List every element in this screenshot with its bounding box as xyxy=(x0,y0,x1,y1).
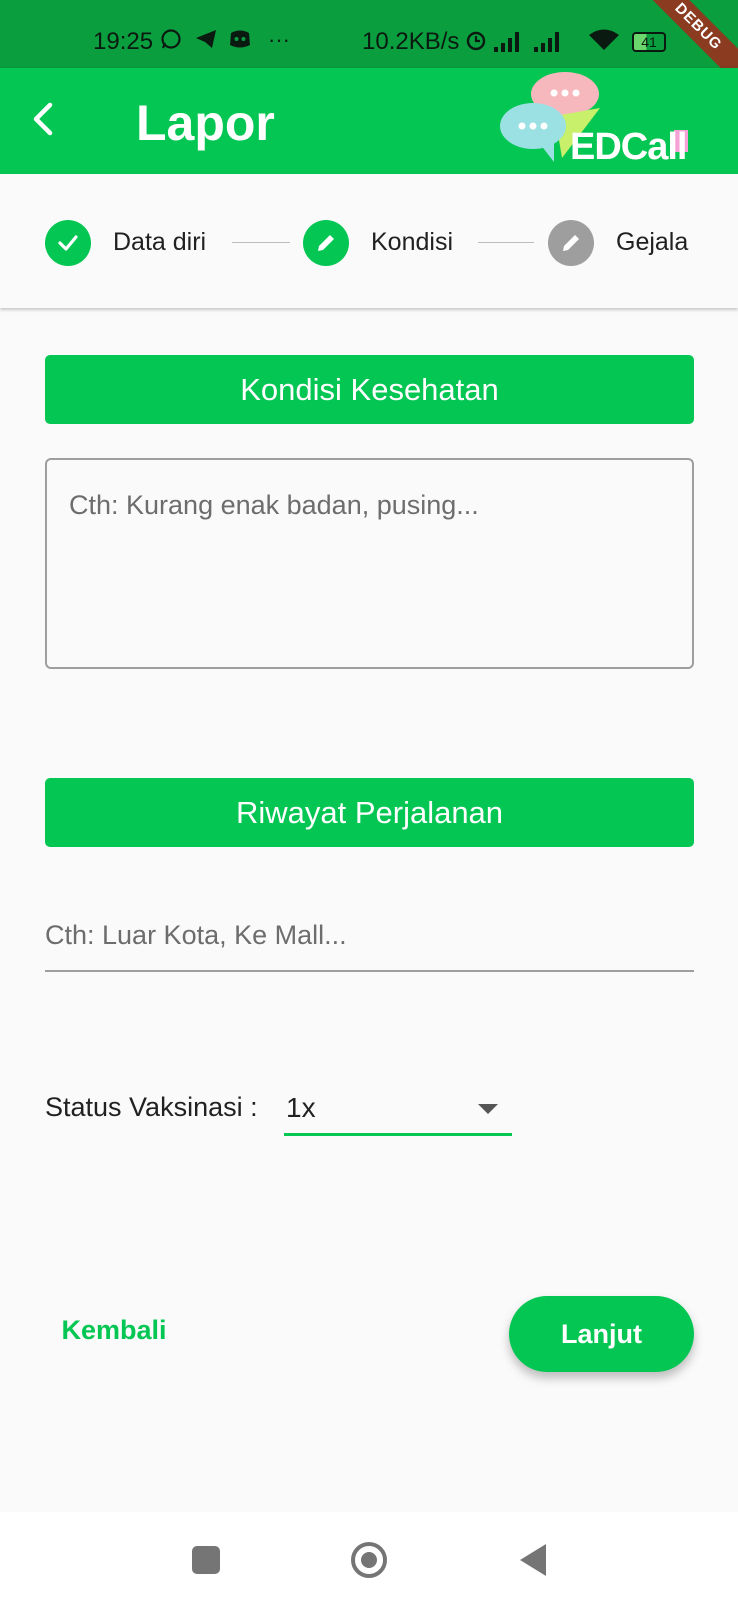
back-arrow-button[interactable] xyxy=(22,96,68,142)
battery-icon: 41 xyxy=(632,32,666,52)
check-icon xyxy=(58,235,78,251)
next-button[interactable]: Lanjut xyxy=(509,1296,694,1372)
pencil-icon xyxy=(318,235,334,251)
health-condition-input[interactable] xyxy=(45,458,694,669)
recents-icon[interactable] xyxy=(192,1546,220,1574)
vaccination-status-value: 1x xyxy=(286,1092,316,1123)
chevron-left-icon xyxy=(33,102,53,136)
signal-icon-2 xyxy=(534,32,564,52)
step-label-gejala: Gejala xyxy=(616,228,689,256)
telegram-icon xyxy=(194,28,218,55)
status-time: 19:25 xyxy=(93,28,154,55)
stepper: Data diri Kondisi Gejala xyxy=(0,174,738,308)
step-gejala[interactable] xyxy=(548,220,594,266)
step-data-diri[interactable] xyxy=(45,220,91,266)
health-condition-header: Kondisi Kesehatan xyxy=(45,355,694,424)
whatsapp-icon xyxy=(160,28,182,55)
network-speed: 10.2KB/s xyxy=(362,28,460,55)
app-bar: Lapor EDCall xyxy=(0,68,738,174)
discord-icon xyxy=(228,28,252,55)
status-bar: 19:25 ··· 10.2KB/s 41 DEBUG xyxy=(0,0,738,68)
page-title: Lapor xyxy=(136,95,275,151)
home-icon[interactable] xyxy=(351,1542,387,1578)
step-kondisi[interactable] xyxy=(303,220,349,266)
vaccination-status-dropdown[interactable]: 1x xyxy=(284,1080,512,1136)
vaccination-status-label: Status Vaksinasi : xyxy=(45,1092,258,1122)
step-label-kondisi: Kondisi xyxy=(371,228,453,256)
system-nav-bar xyxy=(0,1512,738,1600)
step-connector xyxy=(478,242,534,243)
travel-history-header: Riwayat Perjalanan xyxy=(45,778,694,847)
pencil-icon xyxy=(563,235,579,251)
alarm-icon xyxy=(464,28,488,57)
step-connector xyxy=(232,242,290,243)
signal-icon xyxy=(494,32,524,52)
travel-history-input[interactable] xyxy=(45,900,694,972)
back-icon[interactable] xyxy=(520,1544,546,1576)
step-label-data-diri: Data diri xyxy=(113,228,207,256)
more-notifications-icon: ··· xyxy=(268,27,290,52)
back-button[interactable]: Kembali xyxy=(44,1298,184,1362)
dropdown-arrow-icon xyxy=(478,1104,498,1114)
wifi-icon xyxy=(588,28,620,57)
logo-text: EDCall xyxy=(570,126,687,168)
